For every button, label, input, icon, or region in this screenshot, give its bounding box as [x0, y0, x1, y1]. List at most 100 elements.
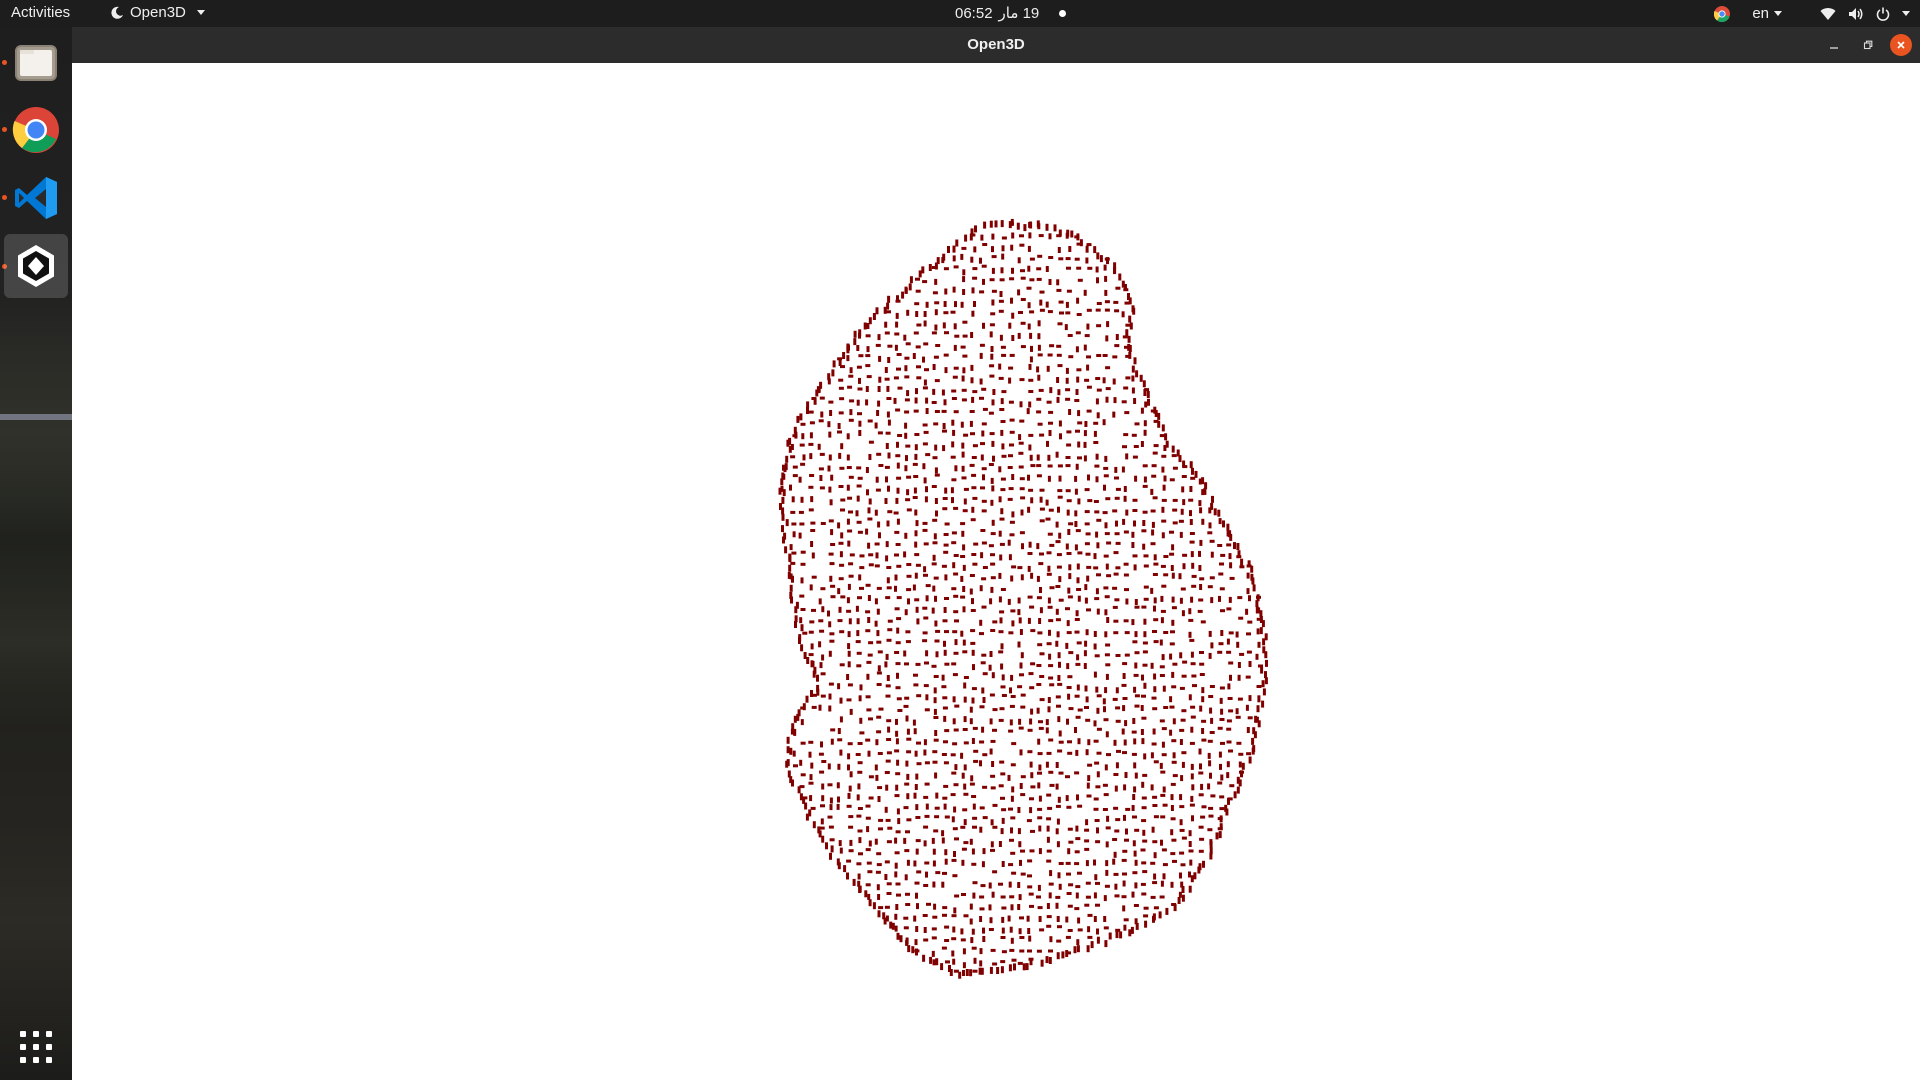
point — [855, 640, 861, 644]
point — [962, 564, 966, 571]
point — [1039, 607, 1043, 614]
point — [821, 795, 825, 802]
point — [922, 954, 926, 962]
point — [1058, 771, 1064, 775]
point — [818, 641, 822, 648]
point — [1188, 849, 1194, 853]
point — [963, 841, 969, 845]
point — [1227, 797, 1230, 805]
app-menu[interactable]: Open3D — [110, 4, 205, 21]
point — [1194, 470, 1198, 478]
dock-item-chrome[interactable] — [4, 98, 68, 162]
close-button[interactable] — [1890, 34, 1912, 56]
point — [853, 330, 857, 338]
point — [1076, 266, 1082, 270]
point — [963, 676, 969, 679]
point — [1104, 884, 1110, 888]
wallpaper-light — [0, 414, 72, 420]
point — [914, 453, 918, 460]
point — [867, 517, 873, 521]
point — [1095, 398, 1099, 405]
point — [857, 742, 863, 745]
point — [971, 456, 977, 459]
point — [1238, 616, 1244, 620]
point — [1113, 619, 1119, 623]
point — [979, 760, 982, 767]
point — [980, 234, 984, 241]
point — [1104, 300, 1110, 304]
point — [1179, 686, 1185, 690]
point — [877, 431, 883, 435]
point — [1010, 904, 1014, 911]
point — [1124, 772, 1128, 778]
point — [922, 442, 928, 446]
clock[interactable]: 06:52 19 مار — [955, 4, 1067, 22]
show-applications-grid-icon[interactable] — [18, 1029, 54, 1065]
point — [1086, 308, 1092, 312]
point — [953, 594, 959, 598]
point — [962, 334, 968, 338]
point — [1046, 849, 1052, 853]
point — [1198, 849, 1204, 853]
3d-viewport[interactable] — [72, 63, 1920, 1080]
dock-item-vscode[interactable] — [4, 166, 68, 230]
point — [884, 321, 888, 328]
point — [874, 764, 878, 771]
point — [1084, 847, 1090, 851]
maximize-button[interactable] — [1857, 34, 1879, 56]
point — [1065, 916, 1069, 923]
minimize-button[interactable] — [1823, 34, 1845, 56]
language-selector[interactable]: en — [1752, 5, 1782, 22]
dock-item-open3d[interactable] — [4, 234, 68, 298]
point — [821, 654, 825, 661]
point — [1152, 804, 1158, 807]
point — [1036, 454, 1040, 461]
point — [1020, 509, 1024, 516]
point — [1132, 455, 1138, 459]
point — [874, 598, 878, 605]
chrome-tray-item[interactable] — [1714, 5, 1731, 22]
point — [990, 819, 994, 826]
point — [931, 331, 937, 335]
point — [1123, 924, 1127, 931]
point — [963, 792, 969, 796]
point — [1065, 311, 1071, 315]
point — [932, 364, 936, 370]
point — [799, 617, 803, 624]
point — [1066, 892, 1072, 895]
point — [1132, 640, 1138, 644]
point — [972, 496, 978, 500]
point — [963, 741, 969, 745]
activities-button[interactable]: Activities — [11, 4, 70, 21]
point — [1198, 565, 1202, 571]
point — [882, 912, 886, 920]
point — [856, 814, 862, 818]
point — [1104, 940, 1108, 948]
point — [1123, 784, 1127, 791]
point — [1105, 335, 1109, 342]
window-titlebar[interactable]: Open3D — [72, 27, 1920, 63]
point — [943, 607, 947, 613]
point — [944, 662, 950, 666]
point — [1010, 937, 1014, 944]
point — [972, 664, 975, 671]
point — [800, 577, 804, 584]
dock-item-files[interactable] — [4, 30, 68, 94]
point — [1065, 642, 1069, 649]
point — [981, 264, 987, 268]
point — [1246, 632, 1251, 636]
point — [1010, 816, 1016, 820]
point — [865, 334, 871, 338]
point — [1106, 617, 1110, 623]
point — [907, 598, 910, 605]
point — [808, 508, 814, 512]
system-menu[interactable] — [1820, 7, 1910, 21]
point — [1028, 892, 1034, 896]
point — [839, 563, 845, 567]
point — [1150, 587, 1154, 594]
point — [1133, 564, 1137, 571]
point — [1220, 741, 1225, 745]
point — [1102, 419, 1106, 426]
point — [1219, 807, 1225, 811]
point — [895, 686, 901, 690]
